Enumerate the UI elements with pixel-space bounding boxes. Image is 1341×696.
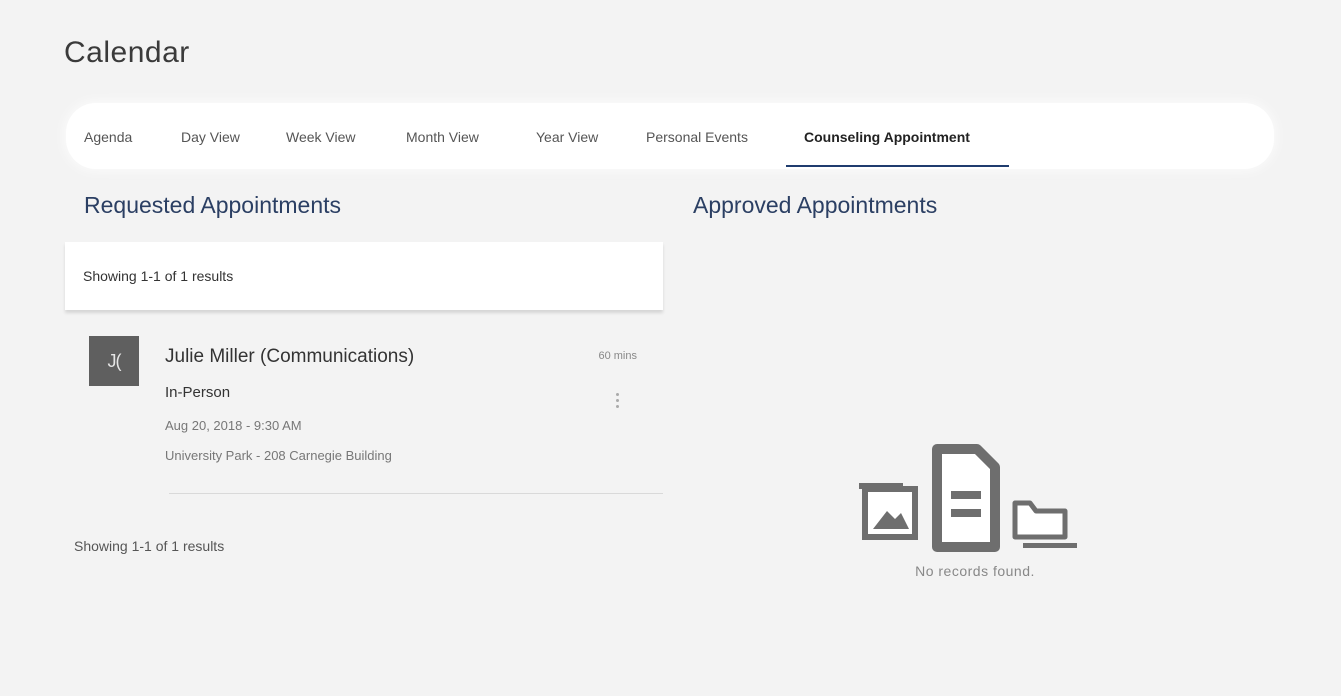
approved-appointments-title: Approved Appointments	[693, 192, 938, 218]
appointment-divider	[169, 493, 663, 494]
tab-personal-events[interactable]: Personal Events	[646, 103, 748, 167]
tab-year-view[interactable]: Year View	[536, 103, 598, 167]
appointment-type: In-Person	[165, 384, 231, 401]
more-options-icon[interactable]	[611, 390, 623, 416]
calendar-page: Calendar Agenda Day View Week View Month…	[8, 0, 1341, 696]
tab-counseling-appointment[interactable]: Counseling Appointment	[804, 103, 970, 167]
appointment-counselor-name: Julie Miller (Communications)	[165, 346, 415, 367]
page-title: Calendar	[64, 36, 190, 69]
tab-agenda[interactable]: Agenda	[84, 103, 132, 167]
empty-records-icons	[859, 444, 1077, 552]
tab-week-view[interactable]: Week View	[286, 103, 356, 167]
appointment-list-item[interactable]: J( Julie Miller (Communications) 60 mins…	[65, 318, 663, 496]
folder-icon	[1012, 500, 1077, 548]
avatar: J(	[89, 336, 139, 386]
tab-day-view[interactable]: Day View	[181, 103, 240, 167]
appointment-datetime: Aug 20, 2018 - 9:30 AM	[165, 418, 302, 433]
requested-results-header: Showing 1-1 of 1 results	[65, 242, 663, 310]
requested-appointments-title: Requested Appointments	[84, 192, 342, 218]
appointment-duration: 60 mins	[598, 350, 637, 362]
tab-month-view[interactable]: Month View	[406, 103, 479, 167]
results-count-bottom: Showing 1-1 of 1 results	[74, 538, 225, 554]
appointment-location: University Park - 208 Carnegie Building	[165, 448, 392, 463]
approved-empty-state: No records found.	[855, 443, 1095, 603]
results-count-top: Showing 1-1 of 1 results	[83, 268, 234, 284]
no-records-text: No records found.	[915, 563, 1035, 579]
active-tab-indicator	[786, 165, 1009, 167]
image-icon	[859, 483, 918, 540]
calendar-tab-bar: Agenda Day View Week View Month View Yea…	[66, 103, 1274, 169]
document-icon	[932, 444, 1000, 552]
